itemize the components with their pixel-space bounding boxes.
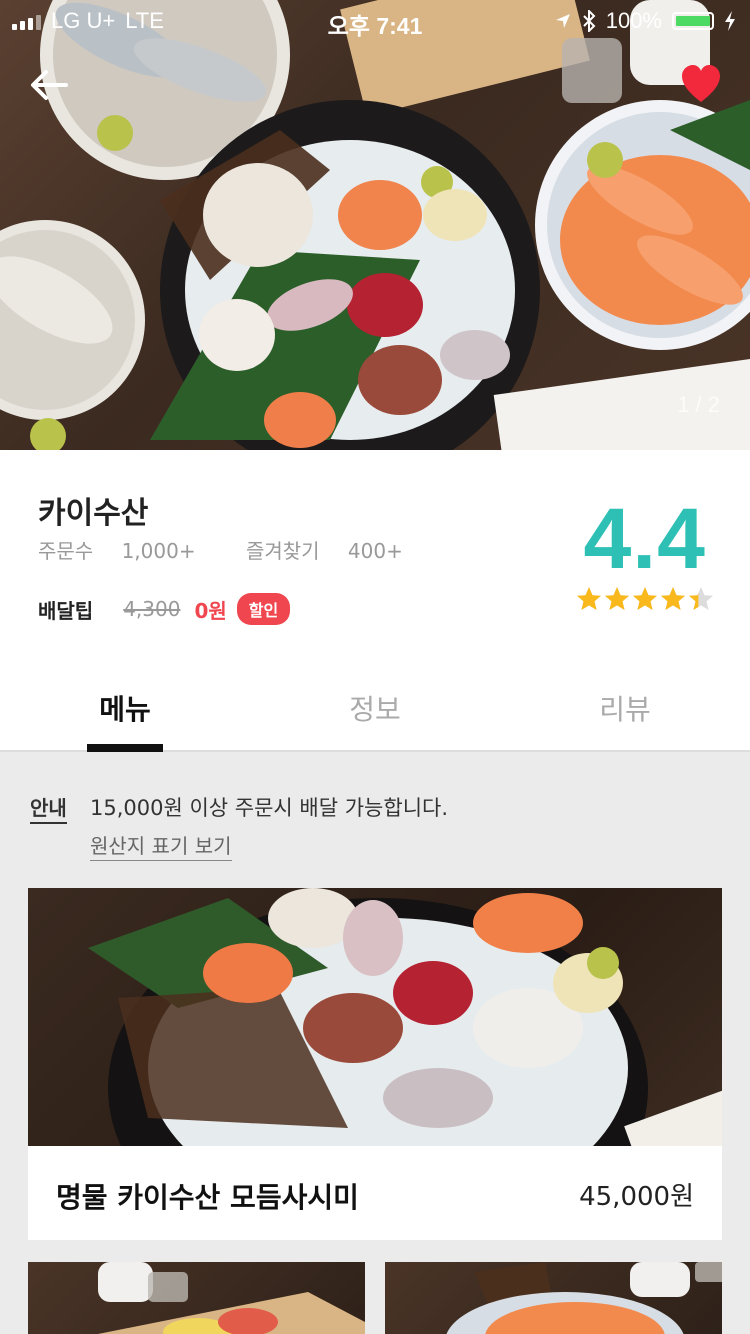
hero-image[interactable]: LG U+ LTE 오후 7:41 100% 1 / 2 [0,0,750,450]
favorites-value: 400+ [347,539,403,563]
notice-label: 안내 [30,792,67,824]
menu-item-image [28,888,722,1146]
featured-menu-card[interactable]: 명물 카이수산 모듬사시미 45,000원 [28,888,722,1240]
bluetooth-icon [583,10,596,32]
battery-icon [672,12,714,30]
store-stats: 주문수 1,000+ 즐겨찾기 400+ [38,535,447,564]
discount-badge: 할인 [236,593,291,625]
orders-label: 주문수 [38,539,94,563]
tab-info[interactable]: 정보 [337,688,413,728]
charging-icon [725,11,735,31]
menu-thumbnail[interactable] [385,1262,722,1334]
origin-info-link[interactable]: 원산지 표기 보기 [90,830,232,861]
menu-item-price: 45,000원 [579,1182,694,1212]
tab-reviews[interactable]: 리뷰 [587,688,663,728]
delivery-tip-discounted: 0원 [194,598,227,623]
star-icon [689,587,713,610]
rating-stars [576,586,714,612]
favorite-heart-icon[interactable] [680,64,722,106]
tab-menu[interactable]: 메뉴 [87,688,163,728]
store-info-panel: 카이수산 주문수 1,000+ 즐겨찾기 400+ 배달팁 4,300 0원 할… [0,450,750,650]
battery-percent: 100% [605,8,662,33]
star-icon [661,587,685,610]
store-name: 카이수산 [38,496,149,531]
rating-score: 4.4 [583,491,706,587]
menu-item-name: 명물 카이수산 모듬사시미 [56,1181,359,1214]
star-icon [605,587,629,610]
delivery-tip-label: 배달팁 [38,598,94,623]
favorites-label: 즐겨찾기 [245,539,320,563]
delivery-tip-original: 4,300 [123,597,181,621]
notice-text: 15,000원 이상 주문시 배달 가능합니다. [90,796,449,820]
location-icon [555,14,570,28]
sashimi-photo [0,0,750,450]
delivery-tip-row: 배달팁 4,300 0원 할인 [38,593,291,625]
orders-value: 1,000+ [121,539,196,563]
star-icon [577,587,601,610]
tab-bar: 메뉴 정보 리뷰 [0,650,750,752]
active-tab-indicator [87,744,163,752]
status-bar: LG U+ LTE 오후 7:41 100% [0,0,750,40]
image-page-indicator: 1 / 2 [677,392,720,417]
star-icon [633,587,657,610]
menu-thumbnail[interactable] [28,1262,365,1334]
back-arrow-icon[interactable] [26,62,72,108]
